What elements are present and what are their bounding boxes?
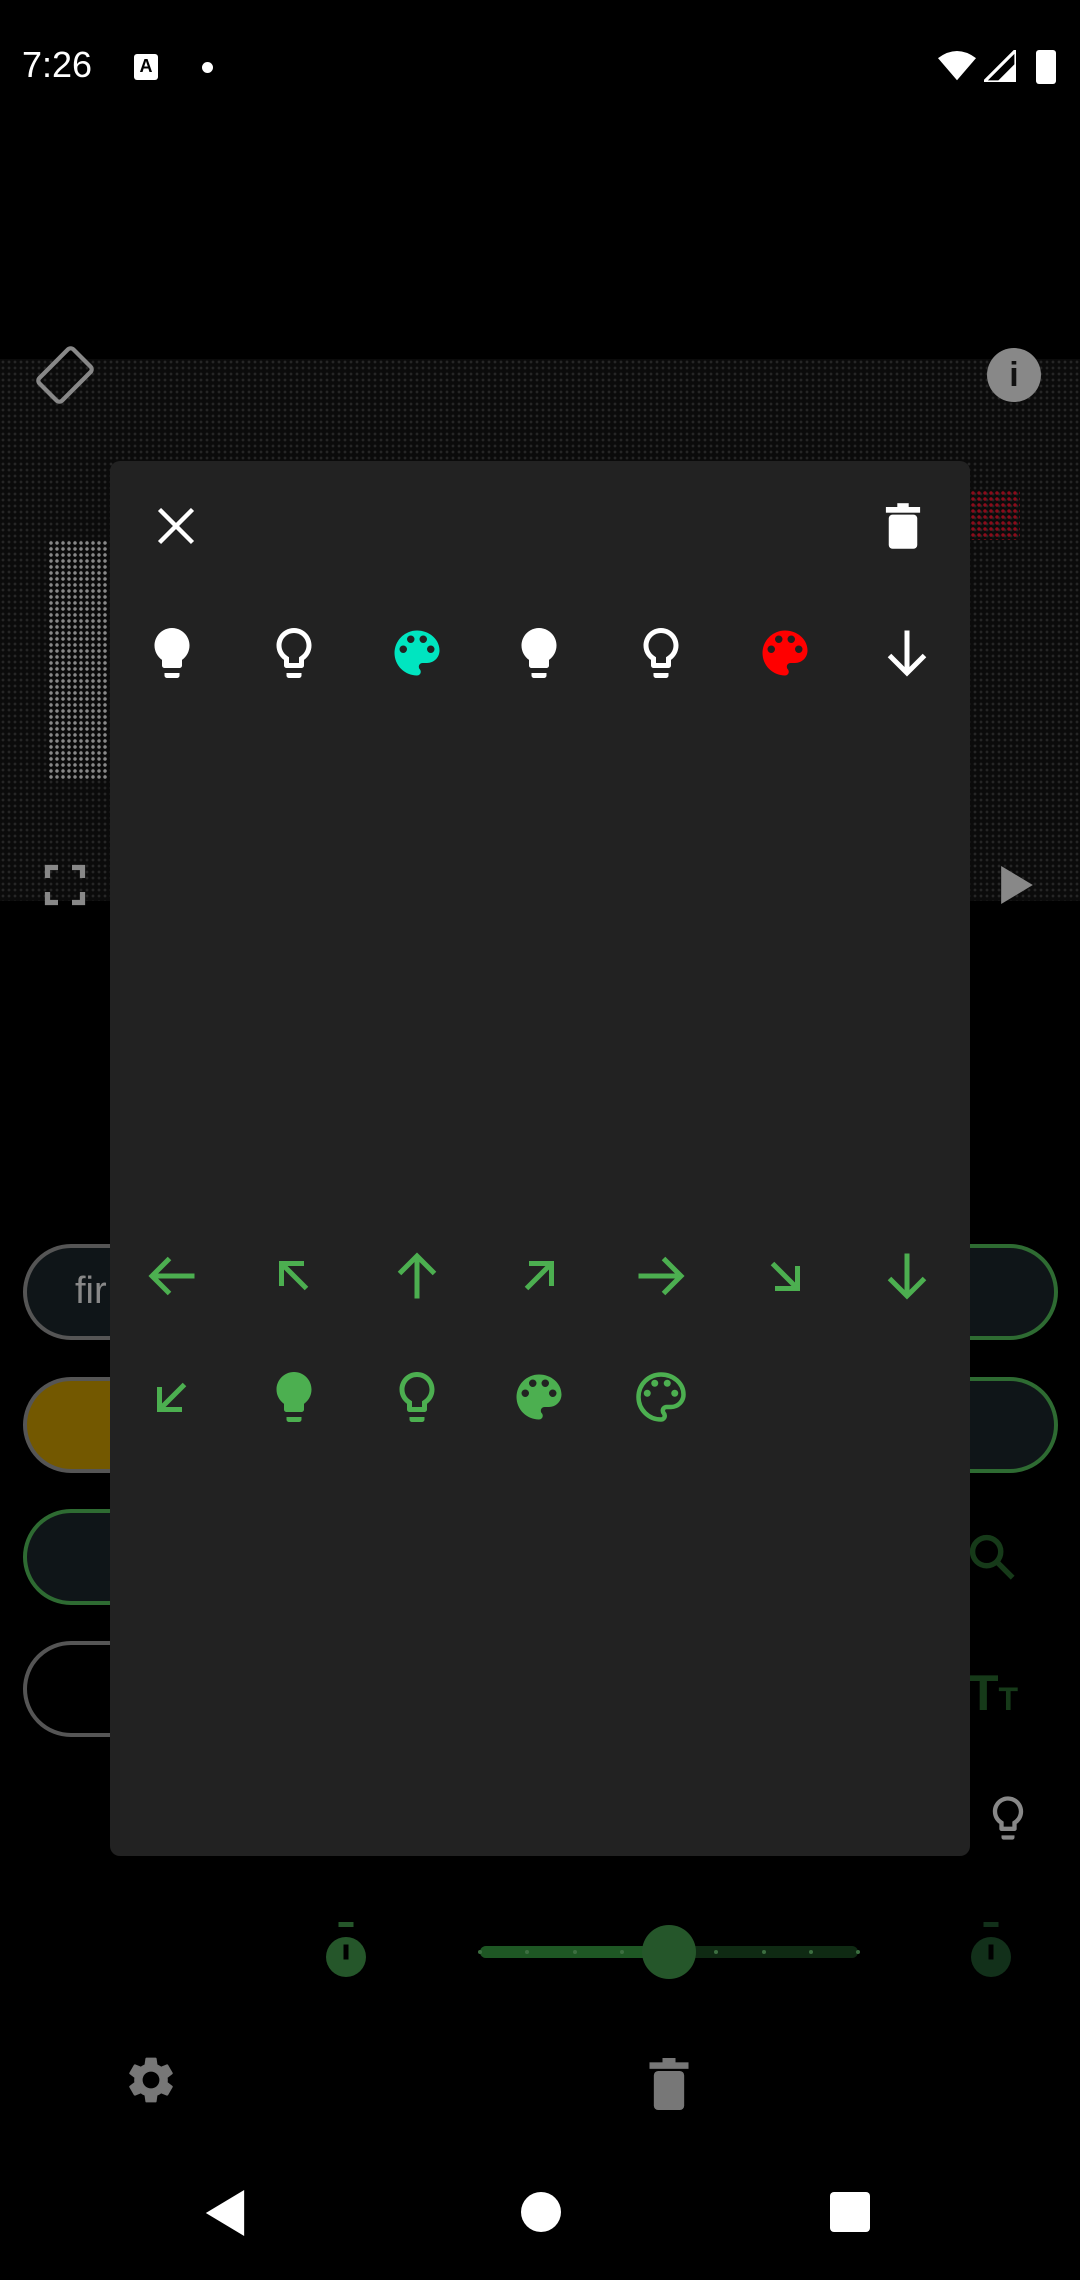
back-button[interactable]: [205, 2190, 245, 2236]
signal-icon: [984, 50, 1016, 82]
settings-icon[interactable]: [123, 2052, 179, 2108]
status-time: 7:26: [22, 44, 93, 85]
lightbulb-outline-icon[interactable]: [631, 623, 691, 683]
slider-tick: [619, 1950, 624, 1954]
arrow-up-left-icon[interactable]: [264, 1246, 324, 1306]
wifi-icon: [938, 50, 976, 81]
arrow-down-icon[interactable]: [877, 623, 937, 683]
slider-tick: [761, 1950, 766, 1954]
lightbulb-filled-icon[interactable]: [264, 1367, 324, 1427]
home-button[interactable]: [521, 2192, 561, 2232]
palette-filled-icon[interactable]: [755, 623, 815, 683]
timer-icon-right[interactable]: [965, 1922, 1017, 1982]
keyboard-a-icon: A: [134, 54, 158, 80]
info-icon[interactable]: i: [987, 348, 1041, 402]
arrow-down-right-icon[interactable]: [755, 1246, 815, 1306]
fullscreen-icon[interactable]: [44, 864, 86, 906]
timer-icon-left[interactable]: [320, 1922, 372, 1982]
led-red-glyph: [970, 490, 1020, 540]
search-icon[interactable]: [965, 1530, 1017, 1582]
slider-tick: [478, 1950, 482, 1954]
slider-thumb[interactable]: [642, 1925, 696, 1979]
dot-icon: [202, 62, 213, 73]
lightbulb-filled-icon[interactable]: [509, 623, 569, 683]
arrow-down-icon[interactable]: [877, 1246, 937, 1306]
slider-tick: [808, 1950, 813, 1954]
lightbulb-outline-icon[interactable]: [387, 1367, 447, 1427]
arrow-down-left-icon[interactable]: [142, 1367, 202, 1427]
arrow-left-icon[interactable]: [142, 1246, 202, 1306]
slider-tick: [856, 1950, 860, 1954]
play-icon[interactable]: [1000, 866, 1034, 904]
close-icon[interactable]: [154, 504, 198, 548]
palette-filled-icon[interactable]: [387, 623, 447, 683]
lightbulb-filled-icon[interactable]: [142, 623, 202, 683]
text-size-icon[interactable]: TT: [968, 1664, 1018, 1722]
screen-rotation-icon[interactable]: [33, 343, 97, 407]
arrow-right-icon[interactable]: [631, 1246, 691, 1306]
lightbulb-outline-icon[interactable]: [264, 623, 324, 683]
palette-filled-icon[interactable]: [509, 1367, 569, 1427]
led-text-column: [48, 540, 108, 780]
palette-outline-icon[interactable]: [631, 1367, 691, 1427]
recents-button[interactable]: [830, 2192, 870, 2232]
delete-all-icon[interactable]: [645, 2058, 693, 2110]
battery-icon: [1036, 50, 1056, 84]
lightbulb-outline-icon[interactable]: [982, 1792, 1034, 1844]
slider-tick: [572, 1950, 577, 1954]
delete-icon[interactable]: [884, 500, 922, 552]
arrow-up-right-icon[interactable]: [509, 1246, 569, 1306]
arrow-up-icon[interactable]: [387, 1246, 447, 1306]
text-button-label: fir: [75, 1270, 107, 1312]
